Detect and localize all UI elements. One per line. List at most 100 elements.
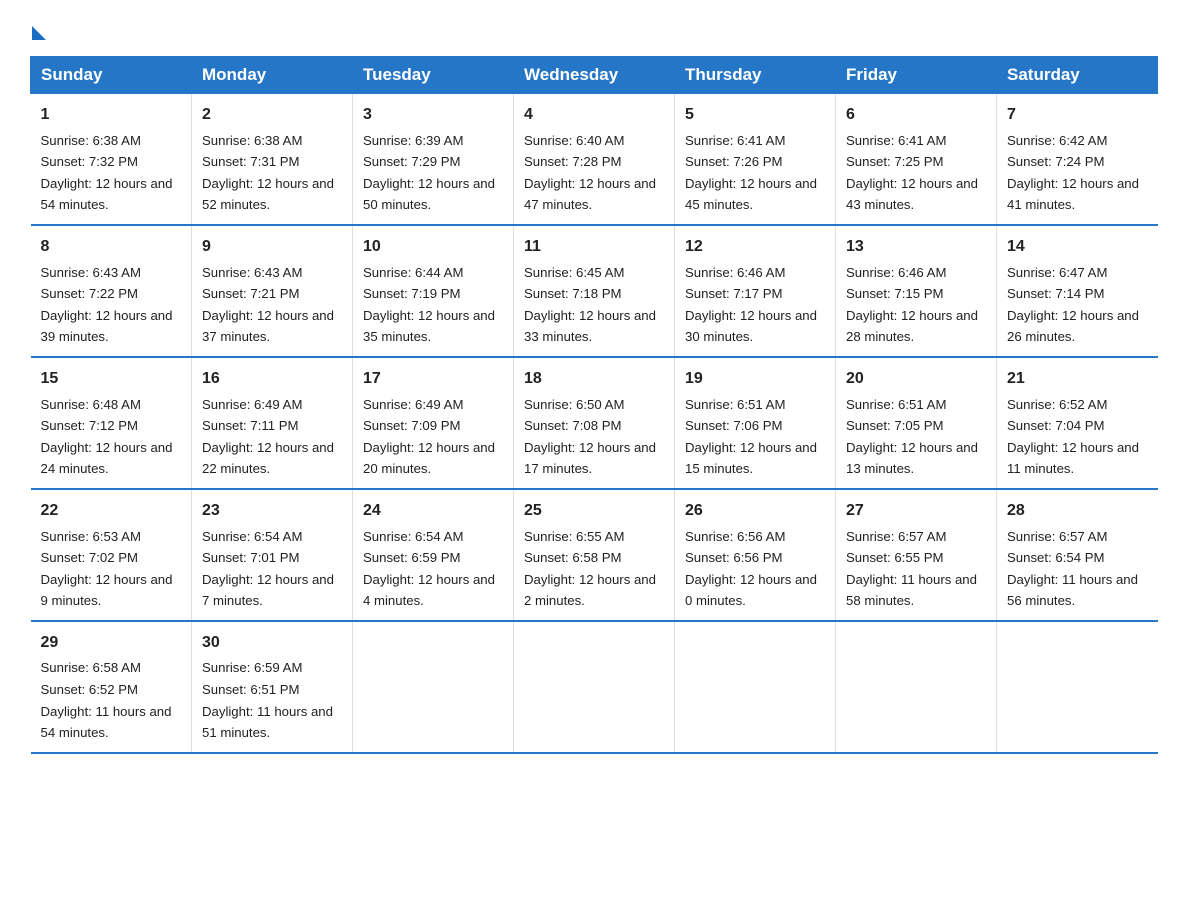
day-number: 9 <box>202 234 342 260</box>
day-info: Sunrise: 6:49 AMSunset: 7:11 PMDaylight:… <box>202 397 334 477</box>
day-info: Sunrise: 6:43 AMSunset: 7:22 PMDaylight:… <box>41 265 173 345</box>
calendar-cell: 27 Sunrise: 6:57 AMSunset: 6:55 PMDayligh… <box>836 489 997 621</box>
day-info: Sunrise: 6:50 AMSunset: 7:08 PMDaylight:… <box>524 397 656 477</box>
day-info: Sunrise: 6:40 AMSunset: 7:28 PMDaylight:… <box>524 133 656 213</box>
day-info: Sunrise: 6:51 AMSunset: 7:05 PMDaylight:… <box>846 397 978 477</box>
calendar-cell: 22 Sunrise: 6:53 AMSunset: 7:02 PMDayligh… <box>31 489 192 621</box>
calendar-cell: 26Sunrise: 6:56 AMSunset: 6:56 PMDayligh… <box>675 489 836 621</box>
column-header-saturday: Saturday <box>997 57 1158 94</box>
day-number: 20 <box>846 366 986 392</box>
day-info: Sunrise: 6:46 AMSunset: 7:17 PMDaylight:… <box>685 265 817 345</box>
day-info: Sunrise: 6:54 AMSunset: 7:01 PMDaylight:… <box>202 529 334 609</box>
column-header-wednesday: Wednesday <box>514 57 675 94</box>
calendar-cell: 11 Sunrise: 6:45 AMSunset: 7:18 PMDayligh… <box>514 225 675 357</box>
day-info: Sunrise: 6:38 AMSunset: 7:32 PMDaylight:… <box>41 133 173 213</box>
day-info: Sunrise: 6:58 AMSunset: 6:52 PMDaylight:… <box>41 660 172 740</box>
calendar-cell: 10Sunrise: 6:44 AMSunset: 7:19 PMDayligh… <box>353 225 514 357</box>
day-number: 18 <box>524 366 664 392</box>
calendar-cell: 24 Sunrise: 6:54 AMSunset: 6:59 PMDayligh… <box>353 489 514 621</box>
day-number: 24 <box>363 498 503 524</box>
day-number: 23 <box>202 498 342 524</box>
calendar-week-row: 15 Sunrise: 6:48 AMSunset: 7:12 PMDayligh… <box>31 357 1158 489</box>
day-info: Sunrise: 6:47 AMSunset: 7:14 PMDaylight:… <box>1007 265 1139 345</box>
day-info: Sunrise: 6:53 AMSunset: 7:02 PMDaylight:… <box>41 529 173 609</box>
column-header-sunday: Sunday <box>31 57 192 94</box>
day-number: 12 <box>685 234 825 260</box>
day-number: 15 <box>41 366 182 392</box>
column-header-friday: Friday <box>836 57 997 94</box>
day-number: 10 <box>363 234 503 260</box>
day-info: Sunrise: 6:57 AMSunset: 6:54 PMDaylight:… <box>1007 529 1138 609</box>
day-info: Sunrise: 6:41 AMSunset: 7:26 PMDaylight:… <box>685 133 817 213</box>
day-number: 5 <box>685 102 825 128</box>
day-number: 29 <box>41 630 182 656</box>
day-info: Sunrise: 6:45 AMSunset: 7:18 PMDaylight:… <box>524 265 656 345</box>
day-number: 26 <box>685 498 825 524</box>
day-number: 1 <box>41 102 182 128</box>
day-number: 7 <box>1007 102 1148 128</box>
calendar-cell: 4 Sunrise: 6:40 AMSunset: 7:28 PMDaylight… <box>514 94 675 225</box>
calendar-cell: 19Sunrise: 6:51 AMSunset: 7:06 PMDayligh… <box>675 357 836 489</box>
day-number: 6 <box>846 102 986 128</box>
calendar-cell: 20 Sunrise: 6:51 AMSunset: 7:05 PMDayligh… <box>836 357 997 489</box>
calendar-cell: 25 Sunrise: 6:55 AMSunset: 6:58 PMDayligh… <box>514 489 675 621</box>
day-number: 13 <box>846 234 986 260</box>
logo-triangle-icon <box>32 26 46 40</box>
calendar-cell: 7 Sunrise: 6:42 AMSunset: 7:24 PMDaylight… <box>997 94 1158 225</box>
day-number: 14 <box>1007 234 1148 260</box>
calendar-cell: 15 Sunrise: 6:48 AMSunset: 7:12 PMDayligh… <box>31 357 192 489</box>
day-info: Sunrise: 6:57 AMSunset: 6:55 PMDaylight:… <box>846 529 977 609</box>
calendar-cell <box>514 621 675 753</box>
day-number: 17 <box>363 366 503 392</box>
day-info: Sunrise: 6:49 AMSunset: 7:09 PMDaylight:… <box>363 397 495 477</box>
day-number: 16 <box>202 366 342 392</box>
calendar-cell: 21 Sunrise: 6:52 AMSunset: 7:04 PMDayligh… <box>997 357 1158 489</box>
day-number: 22 <box>41 498 182 524</box>
day-info: Sunrise: 6:54 AMSunset: 6:59 PMDaylight:… <box>363 529 495 609</box>
calendar-week-row: 1 Sunrise: 6:38 AMSunset: 7:32 PMDaylight… <box>31 94 1158 225</box>
day-info: Sunrise: 6:41 AMSunset: 7:25 PMDaylight:… <box>846 133 978 213</box>
calendar-cell: 9 Sunrise: 6:43 AMSunset: 7:21 PMDaylight… <box>192 225 353 357</box>
calendar-cell: 28 Sunrise: 6:57 AMSunset: 6:54 PMDayligh… <box>997 489 1158 621</box>
calendar-week-row: 8 Sunrise: 6:43 AMSunset: 7:22 PMDaylight… <box>31 225 1158 357</box>
calendar-cell <box>675 621 836 753</box>
calendar-cell: 5 Sunrise: 6:41 AMSunset: 7:26 PMDaylight… <box>675 94 836 225</box>
day-info: Sunrise: 6:38 AMSunset: 7:31 PMDaylight:… <box>202 133 334 213</box>
calendar-week-row: 29 Sunrise: 6:58 AMSunset: 6:52 PMDayligh… <box>31 621 1158 753</box>
day-number: 27 <box>846 498 986 524</box>
calendar-table: SundayMondayTuesdayWednesdayThursdayFrid… <box>30 56 1158 754</box>
calendar-cell: 14 Sunrise: 6:47 AMSunset: 7:14 PMDayligh… <box>997 225 1158 357</box>
calendar-cell: 3 Sunrise: 6:39 AMSunset: 7:29 PMDaylight… <box>353 94 514 225</box>
day-number: 25 <box>524 498 664 524</box>
day-info: Sunrise: 6:52 AMSunset: 7:04 PMDaylight:… <box>1007 397 1139 477</box>
day-number: 4 <box>524 102 664 128</box>
day-number: 11 <box>524 234 664 260</box>
day-info: Sunrise: 6:48 AMSunset: 7:12 PMDaylight:… <box>41 397 173 477</box>
day-number: 3 <box>363 102 503 128</box>
calendar-cell: 17 Sunrise: 6:49 AMSunset: 7:09 PMDayligh… <box>353 357 514 489</box>
day-info: Sunrise: 6:46 AMSunset: 7:15 PMDaylight:… <box>846 265 978 345</box>
day-info: Sunrise: 6:39 AMSunset: 7:29 PMDaylight:… <box>363 133 495 213</box>
day-info: Sunrise: 6:42 AMSunset: 7:24 PMDaylight:… <box>1007 133 1139 213</box>
day-info: Sunrise: 6:59 AMSunset: 6:51 PMDaylight:… <box>202 660 333 740</box>
calendar-cell: 1 Sunrise: 6:38 AMSunset: 7:32 PMDaylight… <box>31 94 192 225</box>
day-number: 21 <box>1007 366 1148 392</box>
day-number: 2 <box>202 102 342 128</box>
day-number: 8 <box>41 234 182 260</box>
column-header-tuesday: Tuesday <box>353 57 514 94</box>
day-info: Sunrise: 6:43 AMSunset: 7:21 PMDaylight:… <box>202 265 334 345</box>
column-header-thursday: Thursday <box>675 57 836 94</box>
calendar-cell: 29 Sunrise: 6:58 AMSunset: 6:52 PMDayligh… <box>31 621 192 753</box>
calendar-cell <box>997 621 1158 753</box>
calendar-cell: 12 Sunrise: 6:46 AMSunset: 7:17 PMDayligh… <box>675 225 836 357</box>
calendar-header-row: SundayMondayTuesdayWednesdayThursdayFrid… <box>31 57 1158 94</box>
day-info: Sunrise: 6:55 AMSunset: 6:58 PMDaylight:… <box>524 529 656 609</box>
column-header-monday: Monday <box>192 57 353 94</box>
day-number: 28 <box>1007 498 1148 524</box>
page-header <box>30 20 1158 36</box>
calendar-week-row: 22 Sunrise: 6:53 AMSunset: 7:02 PMDayligh… <box>31 489 1158 621</box>
calendar-cell: 8 Sunrise: 6:43 AMSunset: 7:22 PMDaylight… <box>31 225 192 357</box>
calendar-cell: 6 Sunrise: 6:41 AMSunset: 7:25 PMDaylight… <box>836 94 997 225</box>
calendar-cell: 18 Sunrise: 6:50 AMSunset: 7:08 PMDayligh… <box>514 357 675 489</box>
calendar-cell: 23 Sunrise: 6:54 AMSunset: 7:01 PMDayligh… <box>192 489 353 621</box>
